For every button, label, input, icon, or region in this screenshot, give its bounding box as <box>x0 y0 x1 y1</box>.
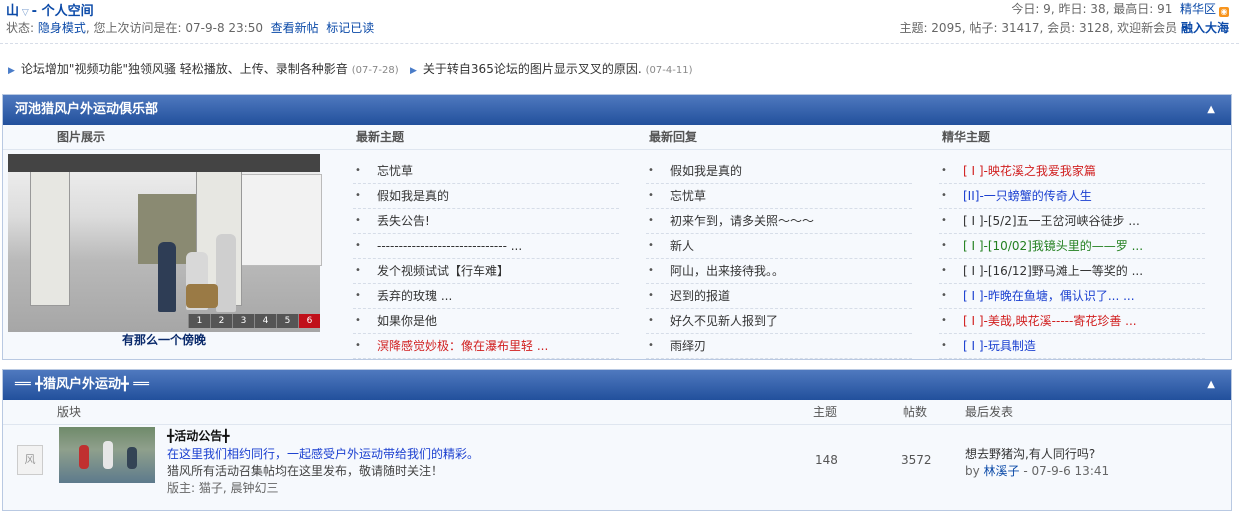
triangle-right-icon: ▶ <box>8 66 15 76</box>
photo-page-3[interactable]: 3 <box>232 314 254 328</box>
digest-topic-item[interactable]: [ I ]-[16/12]野马滩上一等奖的 ... <box>939 259 1205 284</box>
forum-row: 风 ╋活动公告╋ 在这里我们相约同行，一起感受户外运动带给我们的精彩。 猎风所有… <box>3 425 1231 495</box>
digest-topic-item[interactable]: [ I ]-美哉,映花溪-----寄花珍善 ... <box>939 309 1205 334</box>
photo-page-1[interactable]: 1 <box>188 314 210 328</box>
col-last-post-header: 最后发表 <box>965 405 1014 419</box>
newest-member-link[interactable]: 融入大海 <box>1181 21 1229 35</box>
forum-section-title[interactable]: ══ ╋猎风户外运动╋ ══ <box>15 377 149 392</box>
collapse-icon[interactable]: ▲ <box>1207 370 1215 400</box>
photo-image[interactable] <box>8 154 322 332</box>
latest-reply-item[interactable]: 新人 <box>646 234 912 259</box>
digest-topic-item[interactable]: [ I ]-玩具制造 <box>939 334 1205 359</box>
forum-section-header: ══ ╋猎风户外运动╋ ══ ▲ <box>3 370 1231 400</box>
forum-thumbnail[interactable] <box>59 427 155 483</box>
breadcrumb-personal-space[interactable]: 个人空间 <box>42 4 94 19</box>
latest-topic-item[interactable]: 丢弃的玫瑰 ... <box>353 284 619 309</box>
photo-page-4[interactable]: 4 <box>254 314 276 328</box>
announcement-item[interactable]: ▶ 关于转自365论坛的图片显示叉叉的原因. (07-4-11) <box>410 60 693 77</box>
digest-topic-item[interactable]: [ I ]-[5/2]五一王岔河峡谷徒步 ... <box>939 209 1205 234</box>
digest-topic-item[interactable]: [ I ]-[10/02]我镜头里的——罗 ... <box>939 234 1205 259</box>
latest-topic-item[interactable]: 发个视频试试【行车难】 <box>353 259 619 284</box>
forum-post-count: 3572 <box>901 453 932 467</box>
digest-topics-list: [ I ]-映花溪之我爱我家篇[II]-一只螃蟹的传奇人生[ I ]-[5/2]… <box>939 159 1205 359</box>
photo-page-2[interactable]: 2 <box>210 314 232 328</box>
latest-topic-item[interactable]: 溟降感觉妙极：像在瀑布里轻 ... <box>353 334 619 359</box>
latest-topic-item[interactable]: 如果你是他 <box>353 309 619 334</box>
digest-topic-item[interactable]: [ I ]-昨晚在鱼塘，偶认识了... ... <box>939 284 1205 309</box>
mark-read-link[interactable]: 标记已读 <box>326 21 374 35</box>
latest-reply-item[interactable]: 好久不见新人报到了 <box>646 309 912 334</box>
col-photo-header: 图片展示 <box>57 130 106 144</box>
forum-desc-highlight: 在这里我们相约同行，一起感受户外运动带给我们的精彩。 <box>167 447 480 461</box>
chevron-down-icon[interactable]: ▽ <box>19 8 32 18</box>
forum-column-headers: 版块 主题 帖数 最后发表 <box>3 400 1231 425</box>
breadcrumb-home[interactable]: 山 <box>6 4 19 19</box>
daily-stats: 今日: 9, 昨日: 38, 最高日: 91 精华区 ◉ <box>1011 2 1229 17</box>
digest-topic-item[interactable]: [II]-一只螃蟹的传奇人生 <box>939 184 1205 209</box>
collapse-icon[interactable]: ▲ <box>1207 95 1215 125</box>
photo-slideshow[interactable]: 1 2 3 4 5 6 <box>8 154 322 332</box>
latest-reply-item[interactable]: 阿山，出来接待我。。 <box>646 259 912 284</box>
view-new-posts-link[interactable]: 查看新帖 <box>271 21 319 35</box>
latest-reply-item[interactable]: 初来乍到，请多关照～～～ <box>646 209 912 234</box>
col-latest-topics-header: 最新主题 <box>356 130 405 144</box>
latest-reply-item[interactable]: 雨绎刃 <box>646 334 912 359</box>
club-panel: 河池猎风户外运动俱乐部 ▲ 图片展示 最新主题 最新回复 精华主题 1 2 3 … <box>2 94 1232 360</box>
breadcrumb: 山 ▽ - 个人空间 <box>6 4 94 19</box>
forum-name[interactable]: ╋活动公告╋ <box>167 427 229 444</box>
club-column-headers: 图片展示 最新主题 最新回复 精华主题 <box>3 125 1231 150</box>
photo-caption[interactable]: 有那么一个傍晚 <box>8 331 320 348</box>
latest-topic-item[interactable]: 丢失公告! <box>353 209 619 234</box>
col-posts-header: 帖数 <box>903 405 928 419</box>
latest-topic-item[interactable]: ------------------------------ ... <box>353 234 619 259</box>
latest-topic-item[interactable]: 假如我是真的 <box>353 184 619 209</box>
last-post-title[interactable]: 想去野猪沟,有人同行吗? <box>965 445 1095 462</box>
latest-reply-item[interactable]: 迟到的报道 <box>646 284 912 309</box>
latest-topics-list: 忘忧草假如我是真的丢失公告!--------------------------… <box>353 159 619 359</box>
forum-moderators[interactable]: 版主: 猫子, 晨钟幻三 <box>167 479 279 496</box>
triangle-right-icon: ▶ <box>410 66 417 76</box>
photo-page-5[interactable]: 5 <box>276 314 298 328</box>
digest-link[interactable]: 精华区 <box>1180 2 1216 16</box>
photo-pager: 1 2 3 4 5 6 <box>188 314 320 328</box>
club-title[interactable]: 河池猎风户外运动俱乐部 <box>15 102 158 117</box>
forum-status-icon: 风 <box>17 445 43 475</box>
latest-topic-item[interactable]: 忘忧草 <box>353 159 619 184</box>
col-digest-header: 精华主题 <box>942 130 991 144</box>
total-stats: 主题: 2095, 帖子: 31417, 会员: 3128, 欢迎新会员 融入大… <box>899 21 1229 35</box>
invisible-mode-link[interactable]: 隐身模式 <box>38 21 86 35</box>
latest-replies-list: 假如我是真的忘忧草初来乍到，请多关照～～～新人阿山，出来接待我。。迟到的报道好久… <box>646 159 912 359</box>
rss-icon[interactable]: ◉ <box>1219 7 1229 17</box>
user-status: 状态: 隐身模式, 您上次访问是在: 07-9-8 23:50 查看新帖 标记已… <box>6 21 375 35</box>
latest-reply-item[interactable]: 忘忧草 <box>646 184 912 209</box>
col-board-header: 版块 <box>57 405 82 419</box>
forum-section-panel: ══ ╋猎风户外运动╋ ══ ▲ 版块 主题 帖数 最后发表 风 ╋活动公告╋ … <box>2 369 1232 511</box>
divider <box>0 43 1239 44</box>
forum-desc: 猎风所有活动召集帖均在这里发布，敬请随时关注！ <box>167 464 444 478</box>
photo-page-6[interactable]: 6 <box>298 314 320 328</box>
forum-topic-count: 148 <box>815 453 838 467</box>
announcement-item[interactable]: ▶ 论坛增加"视频功能"独领风骚 轻松播放、上传、录制各种影音 (07-7-28) <box>8 60 399 77</box>
last-post-meta: by 林溪子 - 07-9-6 13:41 <box>965 464 1110 478</box>
club-panel-header: 河池猎风户外运动俱乐部 ▲ <box>3 95 1231 125</box>
last-post-author[interactable]: 林溪子 <box>984 464 1020 478</box>
col-topics-header: 主题 <box>813 405 838 419</box>
latest-reply-item[interactable]: 假如我是真的 <box>646 159 912 184</box>
digest-topic-item[interactable]: [ I ]-映花溪之我爱我家篇 <box>939 159 1205 184</box>
col-latest-replies-header: 最新回复 <box>649 130 698 144</box>
